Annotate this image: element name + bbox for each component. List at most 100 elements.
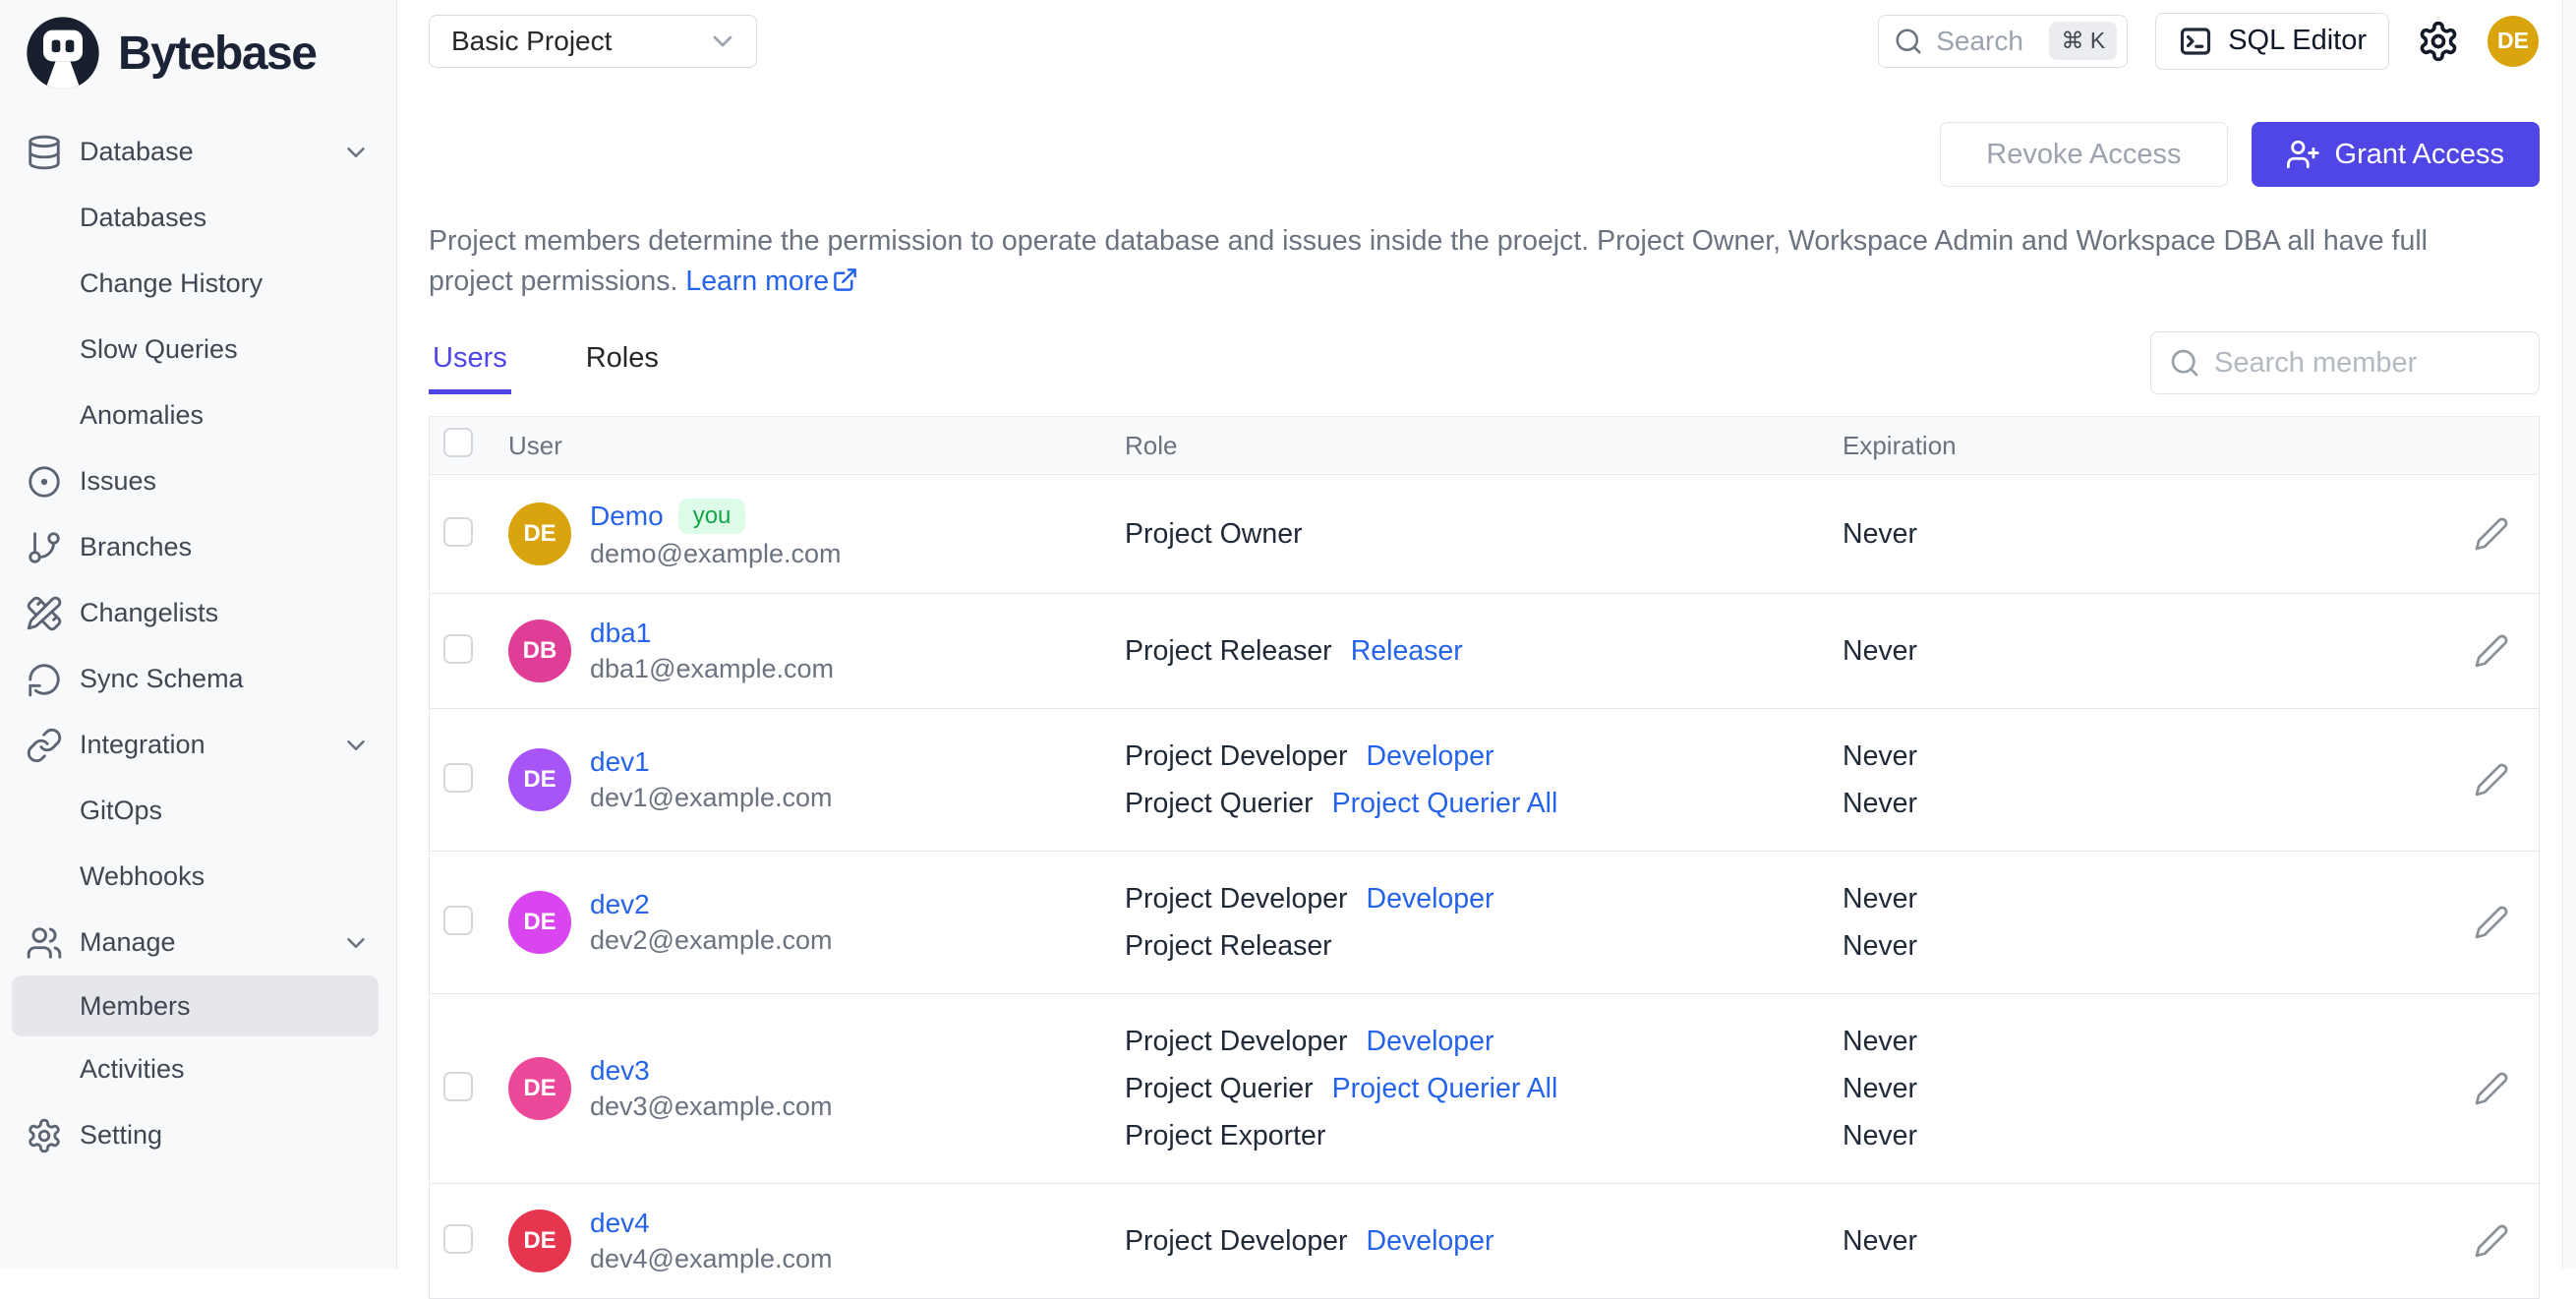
avatar: DE	[508, 748, 571, 811]
chevron-down-icon	[341, 731, 371, 760]
members-description: Project members determine the permission…	[429, 221, 2493, 302]
role-label: Project Developer	[1125, 1225, 1348, 1258]
member-name-link[interactable]: Demo	[590, 501, 664, 532]
member-name-link[interactable]: dev1	[590, 746, 650, 778]
edit-pencil-icon[interactable]	[2474, 516, 2509, 552]
table-header: User Role Expiration	[430, 417, 2539, 474]
role-link[interactable]: Developer	[1367, 883, 1494, 915]
avatar: DE	[508, 1057, 571, 1120]
member-name-link[interactable]: dev4	[590, 1208, 650, 1239]
sidebar-item-change-history[interactable]: Change History	[0, 251, 396, 317]
member-email: dev2@example.com	[590, 925, 833, 956]
sync-icon	[26, 661, 63, 698]
member-email: dev4@example.com	[590, 1244, 833, 1274]
pencil-ruler-icon	[26, 595, 63, 632]
search-placeholder: Search	[1936, 26, 2023, 57]
role-link[interactable]: Project Querier All	[1332, 1073, 1558, 1105]
user-avatar[interactable]: DE	[2488, 16, 2539, 67]
row-checkbox[interactable]	[443, 763, 473, 793]
chevron-down-icon	[341, 928, 371, 958]
expiration-value: Never	[1843, 627, 2444, 675]
role-link[interactable]: Developer	[1367, 740, 1494, 773]
sidebar-item-anomalies[interactable]: Anomalies	[0, 383, 396, 448]
sidebar-item-sync-schema[interactable]: Sync Schema	[0, 646, 396, 712]
link-icon	[26, 727, 63, 764]
member-name-link[interactable]: dev2	[590, 889, 650, 920]
role-link[interactable]: Project Querier All	[1332, 788, 1558, 820]
sidebar-item-gitops[interactable]: GitOps	[0, 778, 396, 844]
sidebar-item-integration[interactable]: Integration	[0, 712, 396, 778]
expiration-value: Never	[1843, 780, 2444, 827]
members-table: User Role Expiration DE Demo you demo@ex…	[429, 416, 2540, 1299]
tab-users[interactable]: Users	[429, 332, 511, 394]
role-link[interactable]: Releaser	[1351, 635, 1463, 668]
external-link-icon	[832, 266, 858, 293]
edit-pencil-icon[interactable]	[2474, 762, 2509, 797]
select-all-checkbox[interactable]	[443, 428, 473, 457]
revoke-access-button[interactable]: Revoke Access	[1940, 122, 2227, 187]
edit-pencil-icon[interactable]	[2474, 1223, 2509, 1259]
learn-more-link[interactable]: Learn more	[685, 266, 858, 297]
sidebar-item-slow-queries[interactable]: Slow Queries	[0, 317, 396, 383]
edit-pencil-icon[interactable]	[2474, 905, 2509, 940]
sql-editor-button[interactable]: SQL Editor	[2155, 13, 2389, 70]
expiration-value: Never	[1843, 510, 2444, 558]
row-checkbox[interactable]	[443, 634, 473, 664]
member-search-input[interactable]: Search member	[2150, 331, 2540, 394]
terminal-icon	[2178, 24, 2213, 59]
member-email: dev3@example.com	[590, 1092, 833, 1122]
row-checkbox[interactable]	[443, 1224, 473, 1254]
sidebar-item-setting[interactable]: Setting	[0, 1102, 396, 1168]
role-link[interactable]: Developer	[1367, 1026, 1494, 1058]
row-checkbox[interactable]	[443, 1072, 473, 1101]
sidebar-item-changelists[interactable]: Changelists	[0, 580, 396, 646]
brand-name: Bytebase	[118, 27, 316, 81]
tab-roles[interactable]: Roles	[582, 332, 663, 394]
search-icon	[1894, 27, 1923, 56]
role-label: Project Releaser	[1125, 635, 1332, 668]
sidebar-item-manage[interactable]: Manage	[0, 910, 396, 975]
member-name-link[interactable]: dba1	[590, 618, 651, 649]
column-role: Role	[1125, 431, 1843, 461]
chevron-down-icon	[707, 26, 738, 57]
sidebar-item-webhooks[interactable]: Webhooks	[0, 844, 396, 910]
table-row: DE Demo you demo@example.com Project Own…	[430, 474, 2539, 593]
search-icon	[2169, 347, 2200, 379]
circle-dot-icon	[26, 463, 63, 501]
global-search-input[interactable]: Search ⌘ K	[1878, 15, 2128, 68]
bytebase-logo[interactable]: Bytebase	[0, 0, 396, 92]
sidebar-item-members[interactable]: Members	[12, 975, 379, 1036]
gear-icon	[26, 1117, 63, 1154]
member-email: dev1@example.com	[590, 783, 833, 813]
settings-gear-icon[interactable]	[2417, 20, 2460, 63]
users-icon	[26, 924, 63, 962]
role-link[interactable]: Developer	[1367, 1225, 1494, 1258]
avatar: DE	[508, 891, 571, 954]
table-row: DE dev2 dev2@example.com Project Develop…	[430, 851, 2539, 993]
page-scrollbar[interactable]	[2562, 0, 2576, 1269]
expiration-value: Never	[1843, 1065, 2444, 1112]
sidebar-item-database[interactable]: Database	[0, 119, 396, 185]
member-email: dba1@example.com	[590, 654, 834, 684]
sidebar-item-databases[interactable]: Databases	[0, 185, 396, 251]
sidebar: Bytebase Database Databases Change Histo…	[0, 0, 397, 1269]
member-name-link[interactable]: dev3	[590, 1055, 650, 1087]
sidebar-nav: Database Databases Change History Slow Q…	[0, 92, 396, 1168]
edit-pencil-icon[interactable]	[2474, 1071, 2509, 1106]
sidebar-item-issues[interactable]: Issues	[0, 448, 396, 514]
role-label: Project Releaser	[1125, 930, 1332, 963]
table-row: DB dba1 dba1@example.com Project Release…	[430, 593, 2539, 708]
project-select[interactable]: Basic Project	[429, 15, 757, 68]
sidebar-item-branches[interactable]: Branches	[0, 514, 396, 580]
edit-pencil-icon[interactable]	[2474, 633, 2509, 669]
column-expiration: Expiration	[1843, 431, 2444, 461]
expiration-value: Never	[1843, 1112, 2444, 1159]
row-checkbox[interactable]	[443, 906, 473, 935]
table-row: DE dev4 dev4@example.com Project Develop…	[430, 1183, 2539, 1298]
grant-access-button[interactable]: Grant Access	[2252, 122, 2540, 187]
sidebar-item-activities[interactable]: Activities	[0, 1036, 396, 1102]
expiration-value: Never	[1843, 733, 2444, 780]
search-shortcut-badge: ⌘ K	[2049, 22, 2117, 60]
row-checkbox[interactable]	[443, 517, 473, 547]
table-row: DE dev1 dev1@example.com Project Develop…	[430, 708, 2539, 851]
